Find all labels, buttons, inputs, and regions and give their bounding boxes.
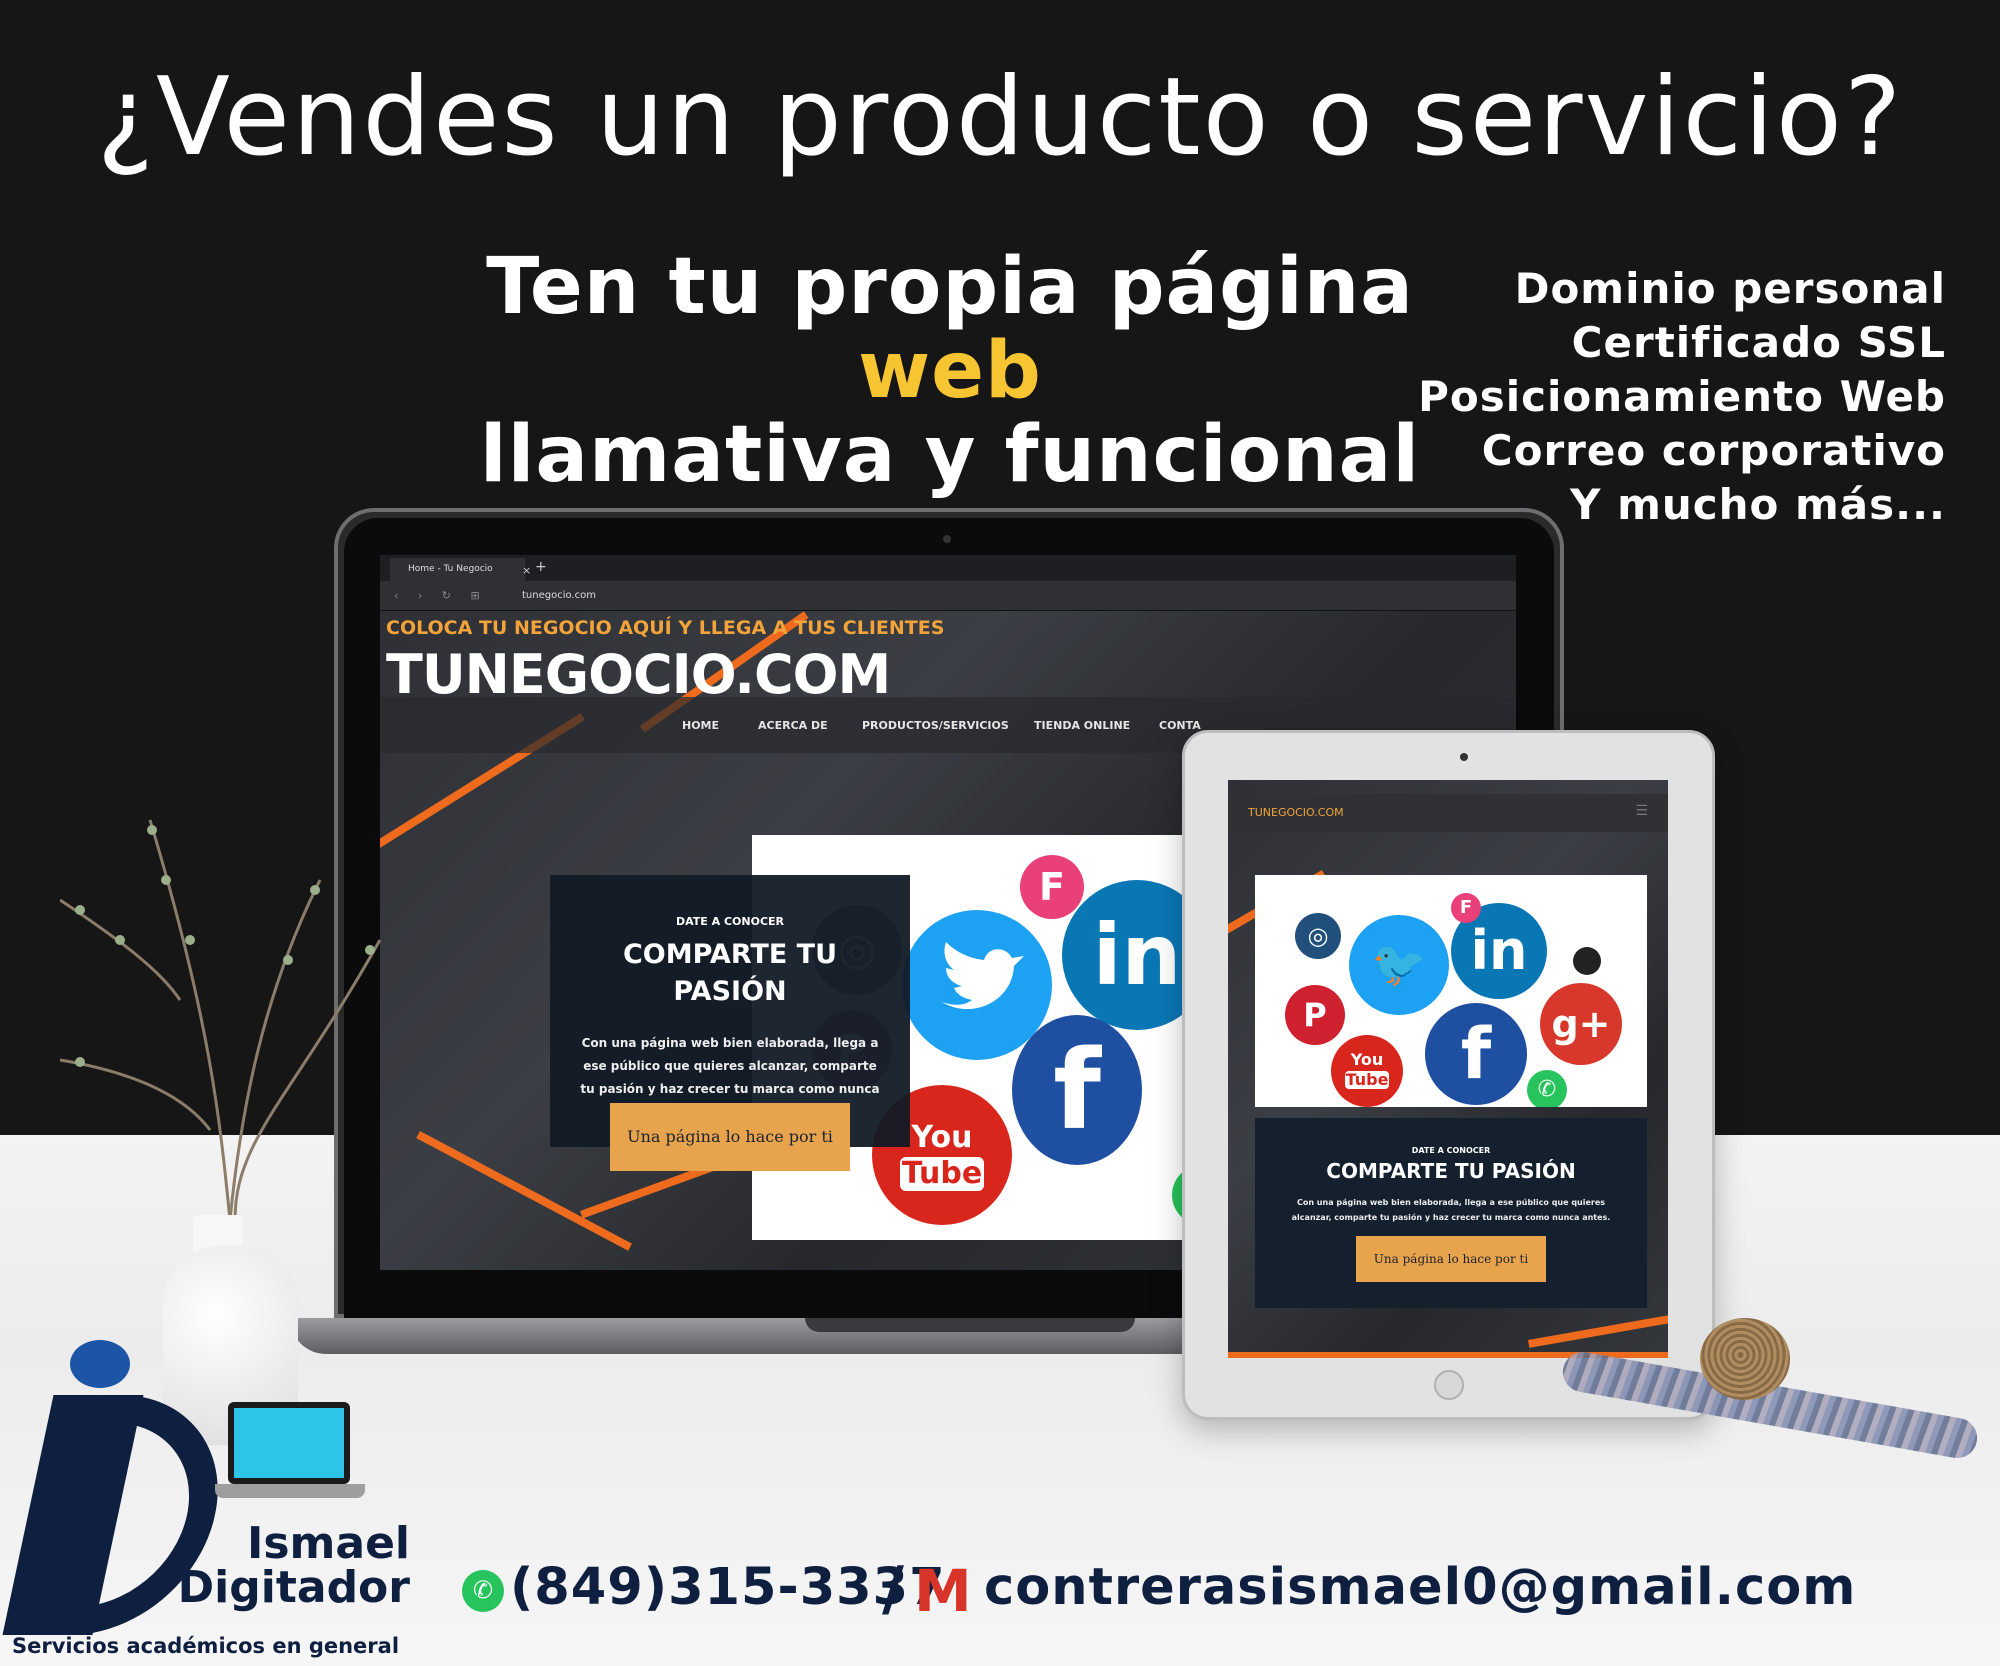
- nav-contact[interactable]: CONTA: [1159, 719, 1201, 732]
- twine-ball: [1700, 1318, 1790, 1400]
- whatsapp-icon: ✆: [462, 1570, 504, 1612]
- pinterest-icon: P: [1285, 985, 1345, 1045]
- tagline-line2: llamativa y funcional: [479, 410, 1421, 500]
- browser-tab[interactable]: Home - Tu Negocio ×: [390, 558, 531, 581]
- gmail-icon: M: [914, 1557, 972, 1625]
- browser-address-bar: ‹ › ↻ ⊞ tunegocio.com: [380, 581, 1516, 611]
- promo-kicker: DATE A CONOCER: [675, 915, 785, 928]
- tablet-screen: TUNEGOCIO.COM ☰ ◎ 🐦 in F P f g+ You Tube…: [1228, 780, 1668, 1358]
- laptop-notch: [805, 1318, 1135, 1332]
- youtube-label-bottom: Tube: [900, 1156, 984, 1191]
- branch-decoration: [60, 819, 382, 1221]
- tab-title: Home - Tu Negocio: [408, 564, 493, 574]
- hamburger-menu-icon[interactable]: ☰: [1635, 803, 1648, 819]
- foursquare-icon: F: [1451, 893, 1481, 923]
- brand-name-line1: Ismael: [246, 1518, 410, 1569]
- close-icon[interactable]: ×: [522, 564, 531, 577]
- tablet-promo-button[interactable]: Una página lo hace por ti: [1356, 1236, 1546, 1282]
- facebook-icon: f: [1012, 1015, 1142, 1165]
- browser-nav-icons[interactable]: ‹ › ↻ ⊞: [394, 589, 488, 602]
- laptop-icon: [228, 1402, 350, 1484]
- tagline-highlight: web: [858, 326, 1042, 416]
- feature-item: Dominio personal: [1514, 264, 1946, 313]
- tagline-prefix: Ten tu propia página: [486, 242, 1414, 332]
- orange-stripe: [416, 1131, 632, 1251]
- feature-item: Correo corporativo: [1481, 426, 1946, 475]
- twitter-icon: 🐦: [1349, 915, 1449, 1015]
- new-tab-icon[interactable]: +: [535, 559, 547, 575]
- headline: ¿Vendes un producto o servicio?: [96, 55, 1904, 180]
- youtube-icon: You Tube: [1331, 1035, 1403, 1107]
- contact-separator: /: [882, 1554, 904, 1624]
- tablet-site-header: TUNEGOCIO.COM ☰: [1228, 794, 1668, 832]
- logo-dot: [70, 1340, 130, 1388]
- feature-item: Certificado SSL: [1571, 318, 1946, 367]
- phone-number[interactable]: (849)315-3337: [510, 1558, 946, 1617]
- brand-name: Ismael Digitador: [170, 1522, 410, 1610]
- nav-about[interactable]: ACERCA DE: [758, 719, 828, 732]
- google-plus-icon: g+: [1540, 983, 1622, 1065]
- features-list: Dominio personal Certificado SSL Posicio…: [1386, 262, 1946, 532]
- tagline: Ten tu propia página web llamativa y fun…: [400, 245, 1500, 497]
- whatsapp-icon: ✆: [1527, 1070, 1567, 1107]
- youtube-label-top: You: [1350, 1050, 1384, 1069]
- brand-name-line2: Digitador: [177, 1562, 410, 1613]
- nav-home[interactable]: HOME: [682, 719, 719, 732]
- tablet-camera: [1460, 753, 1468, 761]
- facebook-icon: f: [1425, 1003, 1527, 1105]
- instagram-icon: ◎: [1295, 913, 1341, 959]
- tablet-home-button: [1434, 1370, 1464, 1400]
- nav-store[interactable]: TIENDA ONLINE: [1034, 719, 1130, 732]
- tablet-promo-body: Con una página web bien elaborada, llega…: [1291, 1198, 1611, 1222]
- promo-title: COMPARTE TU PASIÓN: [622, 939, 838, 1007]
- tablet-site-brand[interactable]: TUNEGOCIO.COM: [1248, 806, 1344, 819]
- nav-products[interactable]: PRODUCTOS/SERVICIOS: [862, 719, 1009, 732]
- brand-subtitle: Servicios académicos en general: [12, 1634, 400, 1658]
- url-field[interactable]: tunegocio.com: [522, 590, 596, 601]
- browser-tab-strip: Home - Tu Negocio × +: [380, 555, 1516, 581]
- tablet-promo-title: COMPARTE TU PASIÓN: [1326, 1159, 1576, 1183]
- tablet-promo-card: DATE A CONOCER COMPARTE TU PASIÓN Con un…: [1255, 1118, 1647, 1308]
- tablet-promo-kicker: DATE A CONOCER: [1411, 1146, 1491, 1155]
- promo-button[interactable]: Una página lo hace por ti: [610, 1103, 850, 1171]
- laptop-camera: [943, 535, 951, 543]
- youtube-label-bottom: Tube: [1345, 1070, 1389, 1089]
- site-tagline: COLOCA TU NEGOCIO AQUÍ Y LLEGA A TUS CLI…: [386, 617, 945, 639]
- feature-item: Posicionamiento Web: [1418, 372, 1946, 421]
- laptop-icon-base: [215, 1484, 365, 1498]
- tablet-social-image: ◎ 🐦 in F P f g+ You Tube ✆: [1255, 875, 1647, 1107]
- promo-card: DATE A CONOCER COMPARTE TU PASIÓN Con un…: [550, 875, 910, 1171]
- dot-icon: [1573, 947, 1601, 975]
- email-address[interactable]: contrerasismael0@gmail.com: [984, 1558, 1856, 1617]
